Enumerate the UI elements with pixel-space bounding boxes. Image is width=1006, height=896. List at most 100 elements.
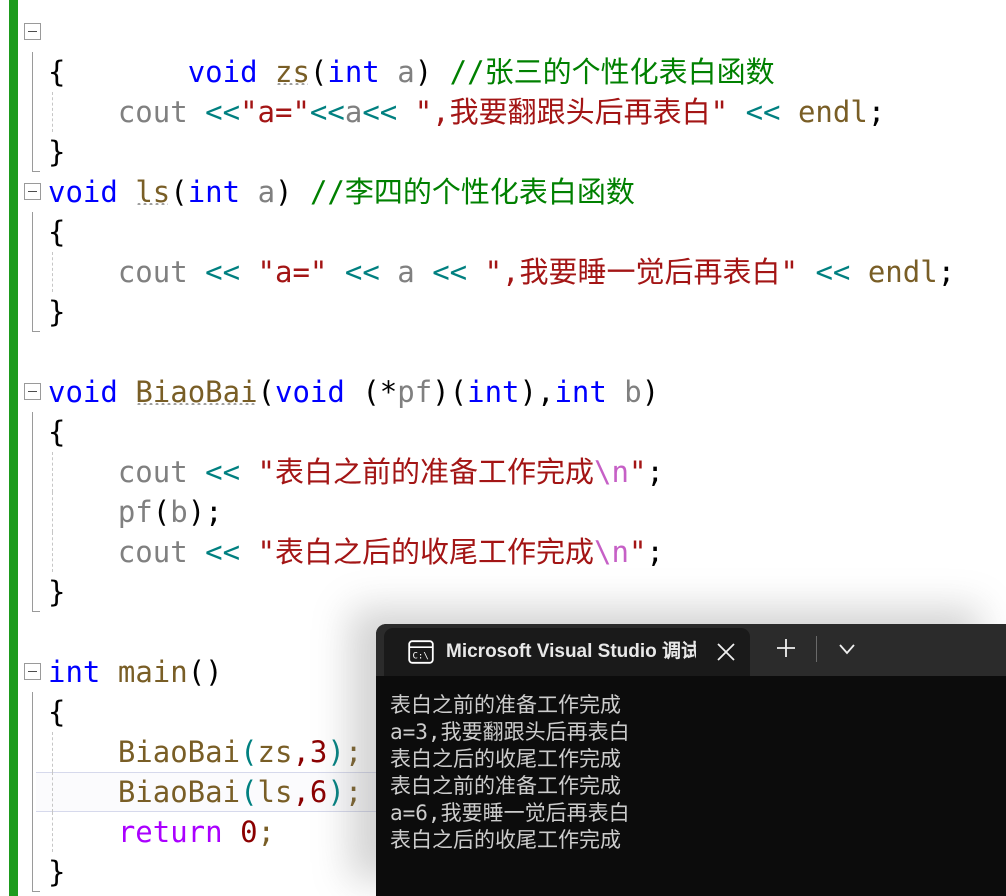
terminal-output-line: 表白之前的准备工作完成 [390, 693, 621, 717]
outlining-rail-end [32, 292, 40, 332]
token-arg-ls: ls [257, 775, 293, 809]
token-endl: endl [797, 95, 868, 129]
token-string: "表白之前的准备工作完成 [257, 455, 595, 489]
terminal-output-line: a=6,我要睡一觉后再表白 [390, 801, 630, 825]
token-number-0: 0 [240, 815, 258, 849]
token-shift-left: << [205, 455, 241, 489]
token-semicolon: ; [937, 255, 956, 289]
token-open-brace: { [48, 415, 66, 449]
token-arg-zs: zs [257, 735, 293, 769]
token-arg-b: b [170, 495, 188, 529]
code-line[interactable]: { [0, 412, 1006, 452]
code-line[interactable]: void ls(int a) //李四的个性化表白函数 [0, 172, 1006, 212]
token-lparen: ( [362, 375, 380, 409]
token-lparen: ( [187, 655, 206, 689]
token-shift-left: << [344, 255, 380, 289]
token-open-brace: { [48, 215, 66, 249]
token-rparen: ) [519, 375, 537, 409]
token-semicolon: ; [344, 735, 363, 769]
token-semicolon: ; [344, 775, 363, 809]
code-line[interactable]: void BiaoBai(void (*pf)(int),int b) [0, 372, 1006, 412]
code-line[interactable]: cout << "a=" << a << ",我要睡一觉后再表白" << end… [0, 252, 1006, 292]
token-string: "a=" [257, 255, 328, 289]
code-line[interactable]: cout << "表白之前的准备工作完成\n"; [0, 452, 1006, 492]
token-shift-left: << [205, 535, 241, 569]
token-function-main: main [117, 655, 188, 689]
terminal-output-line: 表白之后的收尾工作完成 [390, 828, 621, 852]
close-icon[interactable] [714, 640, 738, 664]
code-line[interactable]: { [0, 52, 1006, 92]
collapse-outlining-icon[interactable] [24, 183, 41, 200]
code-line-blank[interactable] [0, 332, 1006, 372]
outlining-rail [32, 452, 33, 492]
outlining-rail-end [32, 852, 40, 892]
terminal-output-line: 表白之前的准备工作完成 [390, 774, 621, 798]
outlining-rail-end [32, 572, 40, 612]
token-string: "表白之后的收尾工作完成 [257, 535, 595, 569]
code-line[interactable]: pf(b); [0, 492, 1006, 532]
terminal-tab[interactable]: C:\ Microsoft Visual Studio 调试控 [384, 628, 750, 676]
token-rparen: ) [275, 175, 293, 209]
code-line[interactable]: } [0, 572, 1006, 612]
token-shift-left: << [205, 255, 241, 289]
token-param-a: a [257, 175, 276, 209]
outlining-rail [32, 812, 33, 852]
new-tab-icon[interactable] [774, 636, 798, 660]
token-semicolon: ; [646, 455, 664, 489]
outlining-rail [32, 412, 33, 452]
svg-text:C:\: C:\ [413, 652, 429, 662]
outlining-rail [32, 252, 33, 292]
code-line[interactable]: { [0, 212, 1006, 252]
token-rparen: ) [432, 375, 450, 409]
token-keyword-int: int [467, 375, 520, 409]
outlining-rail [32, 732, 33, 772]
token-close-brace: } [48, 575, 66, 609]
terminal-output[interactable]: 表白之前的准备工作完成 a=3,我要翻跟头后再表白 表白之后的收尾工作完成 表白… [376, 676, 1006, 896]
token-semicolon: ; [205, 495, 223, 529]
code-line[interactable]: void zs(int a) //张三的个性化表白函数 [0, 12, 1006, 89]
token-shift-left: << [432, 255, 468, 289]
token-semicolon: ; [646, 535, 664, 569]
code-line[interactable]: } [0, 132, 1006, 172]
terminal-titlebar[interactable]: C:\ Microsoft Visual Studio 调试控 [376, 624, 1006, 676]
token-lparen: ( [240, 735, 258, 769]
code-line[interactable]: cout << "表白之后的收尾工作完成\n"; [0, 532, 1006, 572]
token-lparen: ( [449, 375, 468, 409]
token-shift-left: << [745, 95, 781, 129]
token-number-3: 3 [309, 735, 328, 769]
chevron-down-icon[interactable] [836, 638, 858, 660]
debug-console-window[interactable]: C:\ Microsoft Visual Studio 调试控 表白之前的准备工… [376, 624, 1006, 896]
token-comment: //李四的个性化表白函数 [309, 175, 635, 209]
token-comma: , [292, 735, 310, 769]
outlining-rail [32, 772, 33, 812]
token-rparen: ) [187, 495, 206, 529]
token-open-brace: { [48, 695, 66, 729]
token-comma: , [292, 775, 310, 809]
collapse-outlining-icon[interactable] [24, 23, 41, 40]
token-keyword: void [48, 375, 118, 409]
token-param-b: b [624, 375, 642, 409]
token-endl: endl [867, 255, 938, 289]
collapse-outlining-icon[interactable] [24, 663, 41, 680]
toolbar-divider [816, 636, 817, 662]
token-lparen: ( [240, 775, 258, 809]
outlining-rail [32, 52, 33, 92]
token-comma: , [536, 375, 555, 409]
terminal-output-line: a=3,我要翻跟头后再表白 [390, 720, 630, 744]
terminal-tab-title: Microsoft Visual Studio 调试控 [446, 641, 696, 662]
code-line[interactable]: cout <<"a="<<a<< ",我要翻跟头后再表白" << endl; [0, 92, 1006, 132]
token-escape: \n [594, 455, 629, 489]
token-string: ",我要睡一觉后再表白" [484, 255, 798, 289]
token-shift-left: << [309, 95, 345, 129]
token-keyword-int: int [554, 375, 607, 409]
code-line[interactable]: } [0, 292, 1006, 332]
collapse-outlining-icon[interactable] [24, 383, 41, 400]
token-call-biaobai: BiaoBai [117, 775, 241, 809]
token-keyword-return: return [117, 815, 223, 849]
token-cout: cout [117, 255, 188, 289]
token-call-pf: pf [117, 495, 153, 529]
token-keyword-void: void [275, 375, 345, 409]
token-quote: " [628, 455, 647, 489]
token-open-brace: { [48, 55, 66, 89]
token-number-6: 6 [309, 775, 328, 809]
